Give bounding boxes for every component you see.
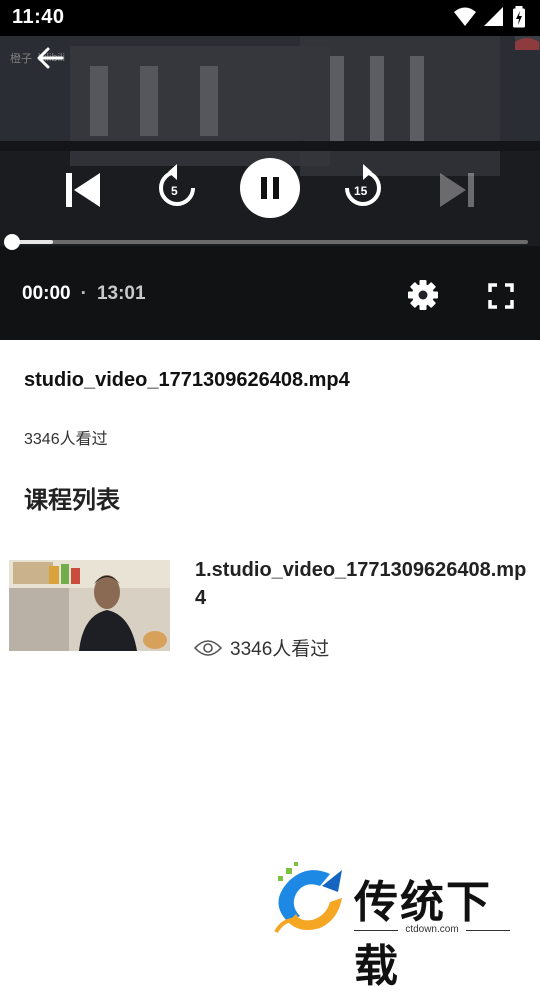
thumbnail-image bbox=[9, 560, 170, 651]
duration: 13:01 bbox=[96, 283, 146, 304]
brand-watermark: 传统下载 ctdown.com bbox=[268, 862, 528, 992]
course-list-heading: 课程列表 bbox=[24, 487, 120, 514]
seek-thumb[interactable] bbox=[4, 234, 20, 250]
battery-icon bbox=[513, 6, 525, 28]
wifi-icon bbox=[454, 7, 476, 26]
fullscreen-icon bbox=[488, 283, 514, 309]
brand-logo-icon bbox=[274, 862, 342, 934]
skip-previous-icon bbox=[66, 173, 100, 207]
arrow-left-icon bbox=[37, 47, 64, 69]
forward-seconds: 15 bbox=[354, 184, 368, 198]
brand-url: ctdown.com bbox=[354, 924, 510, 935]
watermark-left: 橙子 bbox=[10, 53, 32, 65]
course-list-item[interactable]: 1.studio_video_1771309626408.mp4 3346人看过 bbox=[0, 556, 540, 660]
time-separator: · bbox=[80, 283, 87, 304]
next-button[interactable] bbox=[434, 168, 482, 212]
course-views: 3346人看过 bbox=[194, 634, 329, 661]
status-time: 11:40 bbox=[12, 6, 65, 28]
course-view-count: 3346人看过 bbox=[230, 639, 330, 660]
video-title: studio_video_1771309626408.mp4 bbox=[24, 369, 350, 391]
eye-icon bbox=[194, 639, 222, 656]
current-time: 00:00 bbox=[22, 283, 71, 304]
skip-next-icon bbox=[440, 173, 474, 207]
view-count: 3346人看过 bbox=[24, 431, 108, 448]
pause-button[interactable] bbox=[240, 158, 300, 218]
forward-button[interactable]: 15 bbox=[336, 160, 390, 216]
fullscreen-button[interactable] bbox=[488, 283, 514, 309]
status-icons bbox=[454, 6, 526, 28]
signal-icon bbox=[484, 7, 503, 26]
previous-button[interactable] bbox=[58, 168, 106, 212]
rewind-seconds: 5 bbox=[171, 184, 178, 198]
course-title[interactable]: 1.studio_video_1771309626408.mp4 bbox=[195, 556, 530, 612]
seek-bar[interactable] bbox=[12, 240, 528, 244]
video-player[interactable]: 橙子 bilibili 5 15 00:00 · 13:01 bbox=[0, 36, 540, 340]
course-thumbnail bbox=[9, 560, 170, 651]
status-bar: 11:40 bbox=[0, 0, 540, 36]
settings-button[interactable] bbox=[406, 278, 440, 312]
pause-icon bbox=[261, 177, 279, 199]
gear-icon bbox=[408, 280, 438, 310]
back-button[interactable] bbox=[34, 42, 66, 74]
time-display: 00:00 · 13:01 bbox=[22, 283, 146, 305]
rewind-button[interactable]: 5 bbox=[150, 160, 204, 216]
